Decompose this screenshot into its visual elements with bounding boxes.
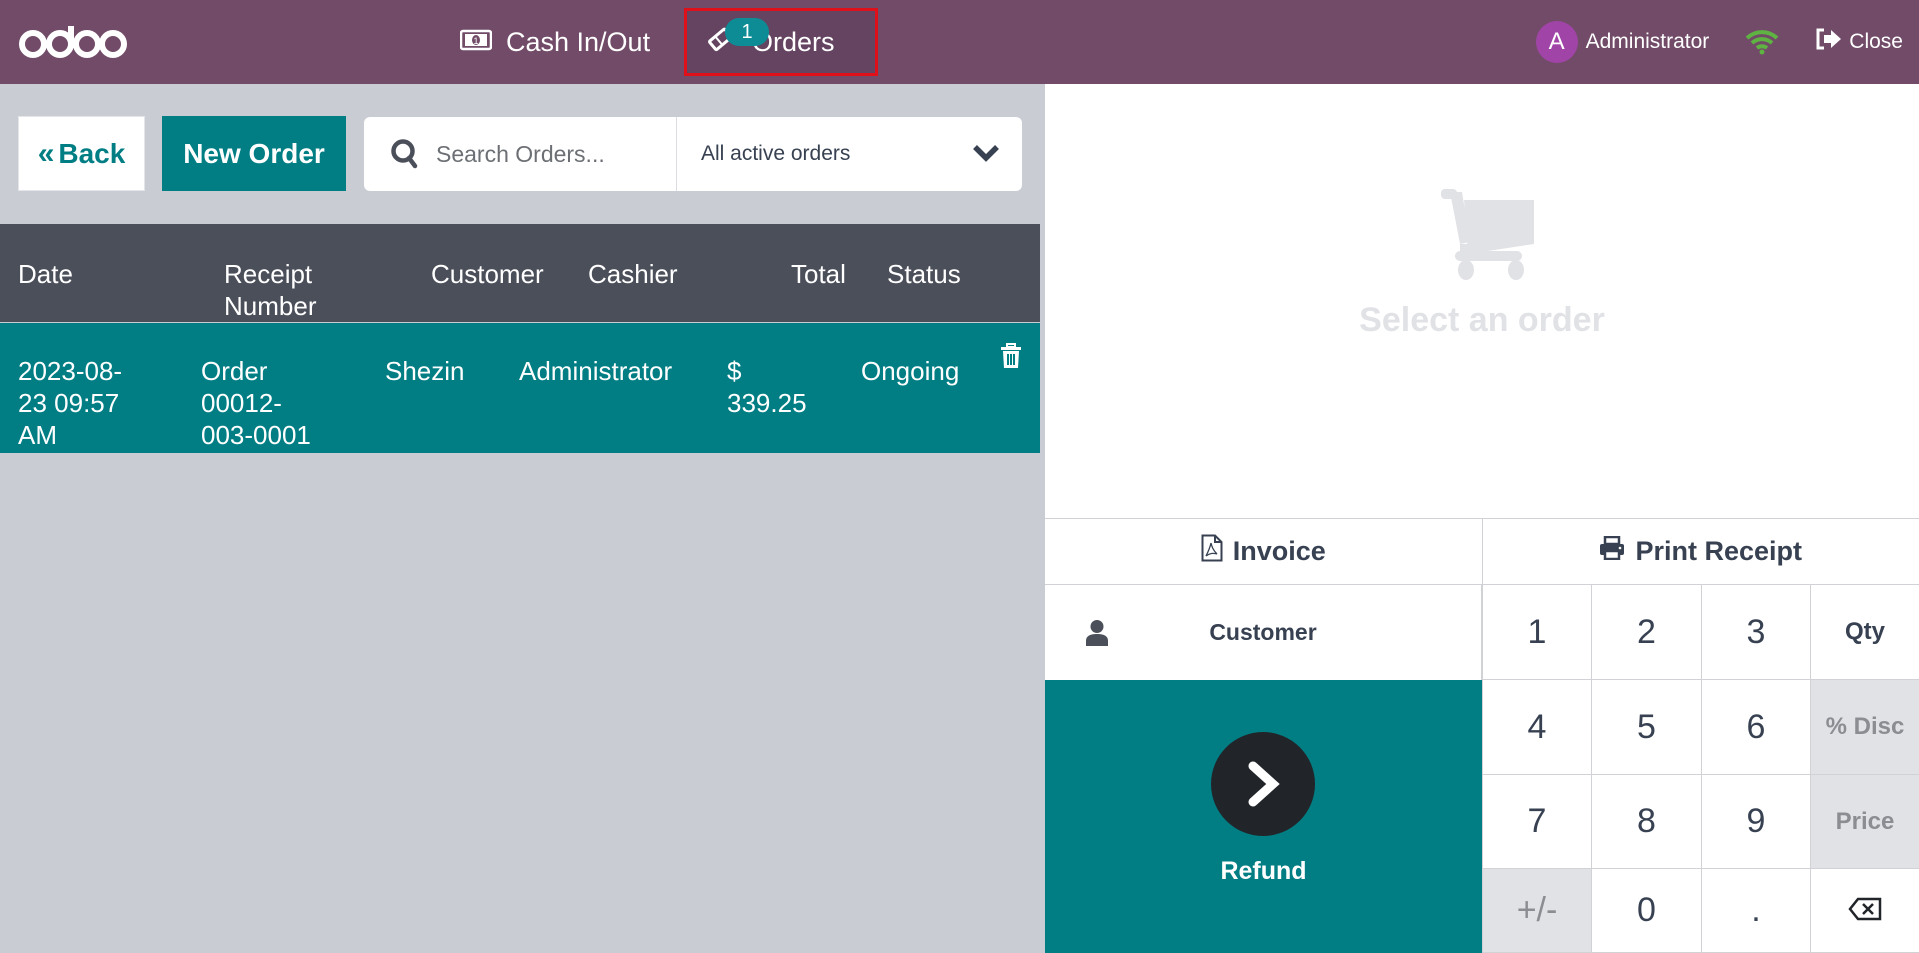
numpad-key-0[interactable]: 0 [1591, 869, 1701, 953]
numpad-mode-discount[interactable]: % Disc [1810, 680, 1919, 775]
print-receipt-label: Print Receipt [1635, 536, 1803, 566]
numpad-key-decimal[interactable]: . [1701, 869, 1810, 953]
search-icon [390, 138, 420, 170]
wifi-icon[interactable] [1745, 29, 1779, 55]
back-button[interactable]: « Back [18, 116, 145, 191]
user-icon [1085, 619, 1109, 653]
refund-label: Refund [1220, 857, 1307, 885]
chevron-down-icon [972, 143, 1000, 169]
search-bar: All active orders [364, 117, 1022, 191]
numpad-key-plus-minus[interactable]: +/- [1482, 869, 1591, 953]
order-filter-dropdown[interactable]: All active orders [676, 117, 1022, 191]
order-status: Ongoing [861, 356, 960, 386]
shopping-cart-icon [1430, 184, 1540, 289]
search-input[interactable] [436, 140, 686, 168]
trash-icon [1000, 343, 1022, 375]
orders-count-badge: 1 [725, 18, 769, 46]
close-label: Close [1849, 30, 1903, 53]
numpad-key-5[interactable]: 5 [1591, 680, 1701, 775]
numpad-key-8[interactable]: 8 [1591, 775, 1701, 869]
order-customer: Shezin [385, 356, 465, 386]
order-detail-panel: Select an order Invoice Print Receipt Cu… [1045, 84, 1919, 953]
numpad-key-4[interactable]: 4 [1482, 680, 1591, 775]
numpad-key-1[interactable]: 1 [1482, 585, 1591, 680]
money-bill-icon: 1 [459, 27, 493, 58]
top-bar: 1 Cash In/Out 1 Orders A Administrator C… [0, 0, 1919, 84]
order-date: 2023-08- 23 09:57 AM [18, 356, 123, 450]
svg-text:1: 1 [473, 36, 478, 46]
cash-in-out-label: Cash In/Out [506, 26, 651, 57]
file-pdf-icon [1201, 534, 1223, 569]
filter-selected-label: All active orders [701, 142, 851, 165]
order-cashier: Administrator [519, 356, 673, 386]
invoice-label: Invoice [1232, 536, 1326, 566]
order-actions: Invoice Print Receipt [1045, 518, 1919, 585]
chevron-right-circle-icon [1211, 732, 1315, 836]
close-button[interactable]: Close [1815, 27, 1903, 57]
numpad-key-6[interactable]: 6 [1701, 680, 1810, 775]
orders-list-panel: « Back New Order All active orders Date … [0, 84, 1040, 953]
numpad-mode-qty[interactable]: Qty [1810, 585, 1919, 680]
backspace-icon [1848, 891, 1882, 930]
orders-table-header: Date Receipt Number Customer Cashier Tot… [0, 224, 1040, 322]
column-customer[interactable]: Customer [431, 258, 544, 290]
column-total[interactable]: Total [791, 258, 846, 290]
back-label: Back [58, 137, 126, 169]
delete-order-button[interactable] [1000, 343, 1022, 376]
invoice-button[interactable]: Invoice [1045, 519, 1482, 584]
column-receipt-number[interactable]: Receipt Number [224, 258, 344, 322]
column-date[interactable]: Date [18, 258, 73, 290]
user-name: Administrator [1585, 30, 1710, 53]
order-receipt-number: Order 00012- 003-0001 [201, 356, 311, 450]
print-icon [1599, 535, 1625, 567]
numpad: 1 2 3 Qty 4 5 6 % Disc 7 8 9 Price +/- 0… [1482, 585, 1919, 953]
customer-label: Customer [1209, 619, 1317, 645]
select-order-message: Select an order [1359, 301, 1605, 339]
numpad-key-7[interactable]: 7 [1482, 775, 1591, 869]
numpad-key-2[interactable]: 2 [1591, 585, 1701, 680]
column-status[interactable]: Status [887, 258, 961, 290]
numpad-key-3[interactable]: 3 [1701, 585, 1810, 680]
cash-in-out-button[interactable]: 1 Cash In/Out [440, 8, 670, 76]
user-menu[interactable]: A Administrator [1535, 21, 1710, 63]
new-order-button[interactable]: New Order [162, 116, 346, 191]
numpad-key-9[interactable]: 9 [1701, 775, 1810, 869]
refund-button[interactable]: Refund [1045, 680, 1482, 953]
control-pad: Customer Refund 1 2 3 Qty 4 5 6 % Disc 7… [1045, 585, 1919, 953]
avatar: A [1535, 21, 1578, 63]
numpad-backspace-button[interactable] [1810, 869, 1919, 953]
column-cashier[interactable]: Cashier [588, 258, 678, 290]
orders-button[interactable]: 1 Orders [684, 8, 878, 76]
customer-button[interactable]: Customer [1045, 585, 1482, 680]
order-total: $ 339.25 [727, 356, 807, 418]
sign-out-icon [1815, 27, 1843, 57]
double-chevron-left-icon: « [37, 136, 55, 170]
empty-order-state: Select an order [1045, 84, 1919, 518]
numpad-mode-price[interactable]: Price [1810, 775, 1919, 869]
table-row[interactable]: 2023-08- 23 09:57 AM Order 00012- 003-00… [0, 323, 1040, 453]
print-receipt-button[interactable]: Print Receipt [1481, 519, 1919, 584]
odoo-logo [18, 20, 128, 64]
